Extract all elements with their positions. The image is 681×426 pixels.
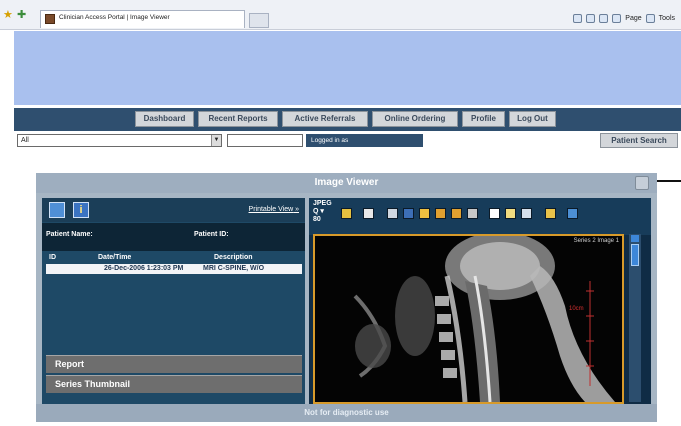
patient-id-label: Patient ID: [194, 231, 229, 238]
column-description: Description [214, 254, 253, 261]
image-toolbar: JPEG Q ▾ 80 [309, 198, 651, 235]
diagnostic-disclaimer: Not for diagnostic use [36, 404, 657, 422]
info-icon[interactable]: i [73, 202, 89, 218]
annotation-icon[interactable] [505, 208, 516, 219]
scroll-up-arrow-icon[interactable] [631, 235, 639, 242]
nav-recent-reports-button[interactable]: Recent Reports [198, 111, 278, 127]
scale-label: 10cm [569, 306, 584, 312]
nav-active-referrals-button[interactable]: Active Referrals [282, 111, 368, 127]
page-icon[interactable] [612, 14, 622, 23]
browser-tab[interactable]: Clinician Access Portal | Image Viewer [40, 10, 245, 28]
new-tab-button[interactable] [249, 13, 269, 28]
study-table-header: ID Date/Time Description [42, 254, 305, 264]
stack-icon[interactable] [387, 208, 398, 219]
study-datetime: 26-Dec-2006 1:23:03 PM [104, 265, 184, 272]
search-input[interactable] [227, 134, 303, 147]
header-banner [14, 31, 681, 105]
series-thumbnail-section-header[interactable]: Series Thumbnail [46, 375, 302, 393]
zoom-icon[interactable] [521, 208, 532, 219]
tools-icon[interactable] [645, 14, 655, 23]
main-nav: Dashboard Recent Reports Active Referral… [14, 108, 681, 131]
table-row[interactable]: 26-Dec-2006 1:23:03 PM MRI C-SPINE, W/O [46, 264, 302, 274]
close-icon[interactable] [635, 176, 649, 190]
favorites-star-icon[interactable]: ★ [3, 8, 13, 21]
chevron-down-icon[interactable]: ▼ [211, 135, 221, 146]
printable-view-link[interactable]: Printable View » [249, 206, 299, 213]
nav-log-out-button[interactable]: Log Out [509, 111, 556, 127]
image-panel: JPEG Q ▾ 80 Series 2 Image 1 10cm [309, 198, 651, 404]
search-scope-value: All [21, 137, 29, 144]
search-scope-select[interactable]: All ▼ [17, 134, 222, 147]
home-icon[interactable] [573, 14, 583, 23]
study-panel: i Printable View » Patient Name: Patient… [42, 198, 305, 404]
nav-online-ordering-button[interactable]: Online Ordering [372, 111, 458, 127]
page-menu[interactable]: Page [625, 15, 641, 22]
scroll-icon[interactable] [403, 208, 414, 219]
report-section-header[interactable]: Report [46, 355, 302, 373]
study-toolbar: i Printable View » [42, 198, 305, 222]
add-favorite-icon[interactable]: ✚ [17, 8, 26, 21]
column-id: ID [49, 254, 56, 261]
feeds-icon[interactable] [586, 14, 596, 23]
image-scrollbar[interactable] [629, 234, 641, 402]
browser-tab-title: Clinician Access Portal | Image Viewer [59, 14, 170, 21]
fit-screen-icon[interactable] [489, 208, 500, 219]
patient-info: Patient Name: Patient ID: [42, 223, 305, 251]
site-favicon-icon [45, 14, 55, 24]
patient-search-button[interactable]: Patient Search [600, 133, 678, 148]
rotate-icon[interactable] [435, 208, 446, 219]
print-icon[interactable] [599, 14, 609, 23]
nav-dashboard-button[interactable]: Dashboard [135, 111, 194, 127]
cine-icon[interactable] [567, 208, 578, 219]
mri-sagittal-image [315, 236, 622, 402]
pan-hand-icon[interactable] [419, 208, 430, 219]
mri-image-viewport[interactable]: Series 2 Image 1 10cm [313, 234, 624, 404]
filter-row: All ▼ Logged in as Patient Search [14, 132, 681, 149]
invert-icon[interactable] [467, 208, 478, 219]
browser-command-bar: Page Tools [573, 14, 675, 23]
flip-icon[interactable] [451, 208, 462, 219]
image-viewer-window: Image Viewer i Printable View » Patient … [36, 173, 657, 422]
scroll-thumb[interactable] [631, 244, 639, 266]
column-datetime: Date/Time [98, 254, 132, 261]
window-level-icon[interactable] [341, 208, 352, 219]
browser-toolbar: ★ ✚ Clinician Access Portal | Image View… [0, 0, 681, 30]
layout-grid-icon[interactable] [363, 208, 374, 219]
patient-name-label: Patient Name: [46, 231, 93, 238]
logged-in-status: Logged in as [306, 134, 423, 147]
viewer-title[interactable]: Image Viewer [36, 173, 657, 193]
grid-view-icon[interactable] [49, 202, 65, 218]
series-image-label: Series 2 Image 1 [573, 238, 619, 244]
tools-menu[interactable]: Tools [659, 15, 675, 22]
study-description: MRI C-SPINE, W/O [203, 265, 265, 272]
page: ★ ✚ Clinician Access Portal | Image View… [0, 0, 681, 426]
nav-profile-button[interactable]: Profile [462, 111, 505, 127]
measure-icon[interactable] [545, 208, 556, 219]
format-selector[interactable]: JPEG Q ▾ 80 [313, 200, 332, 224]
